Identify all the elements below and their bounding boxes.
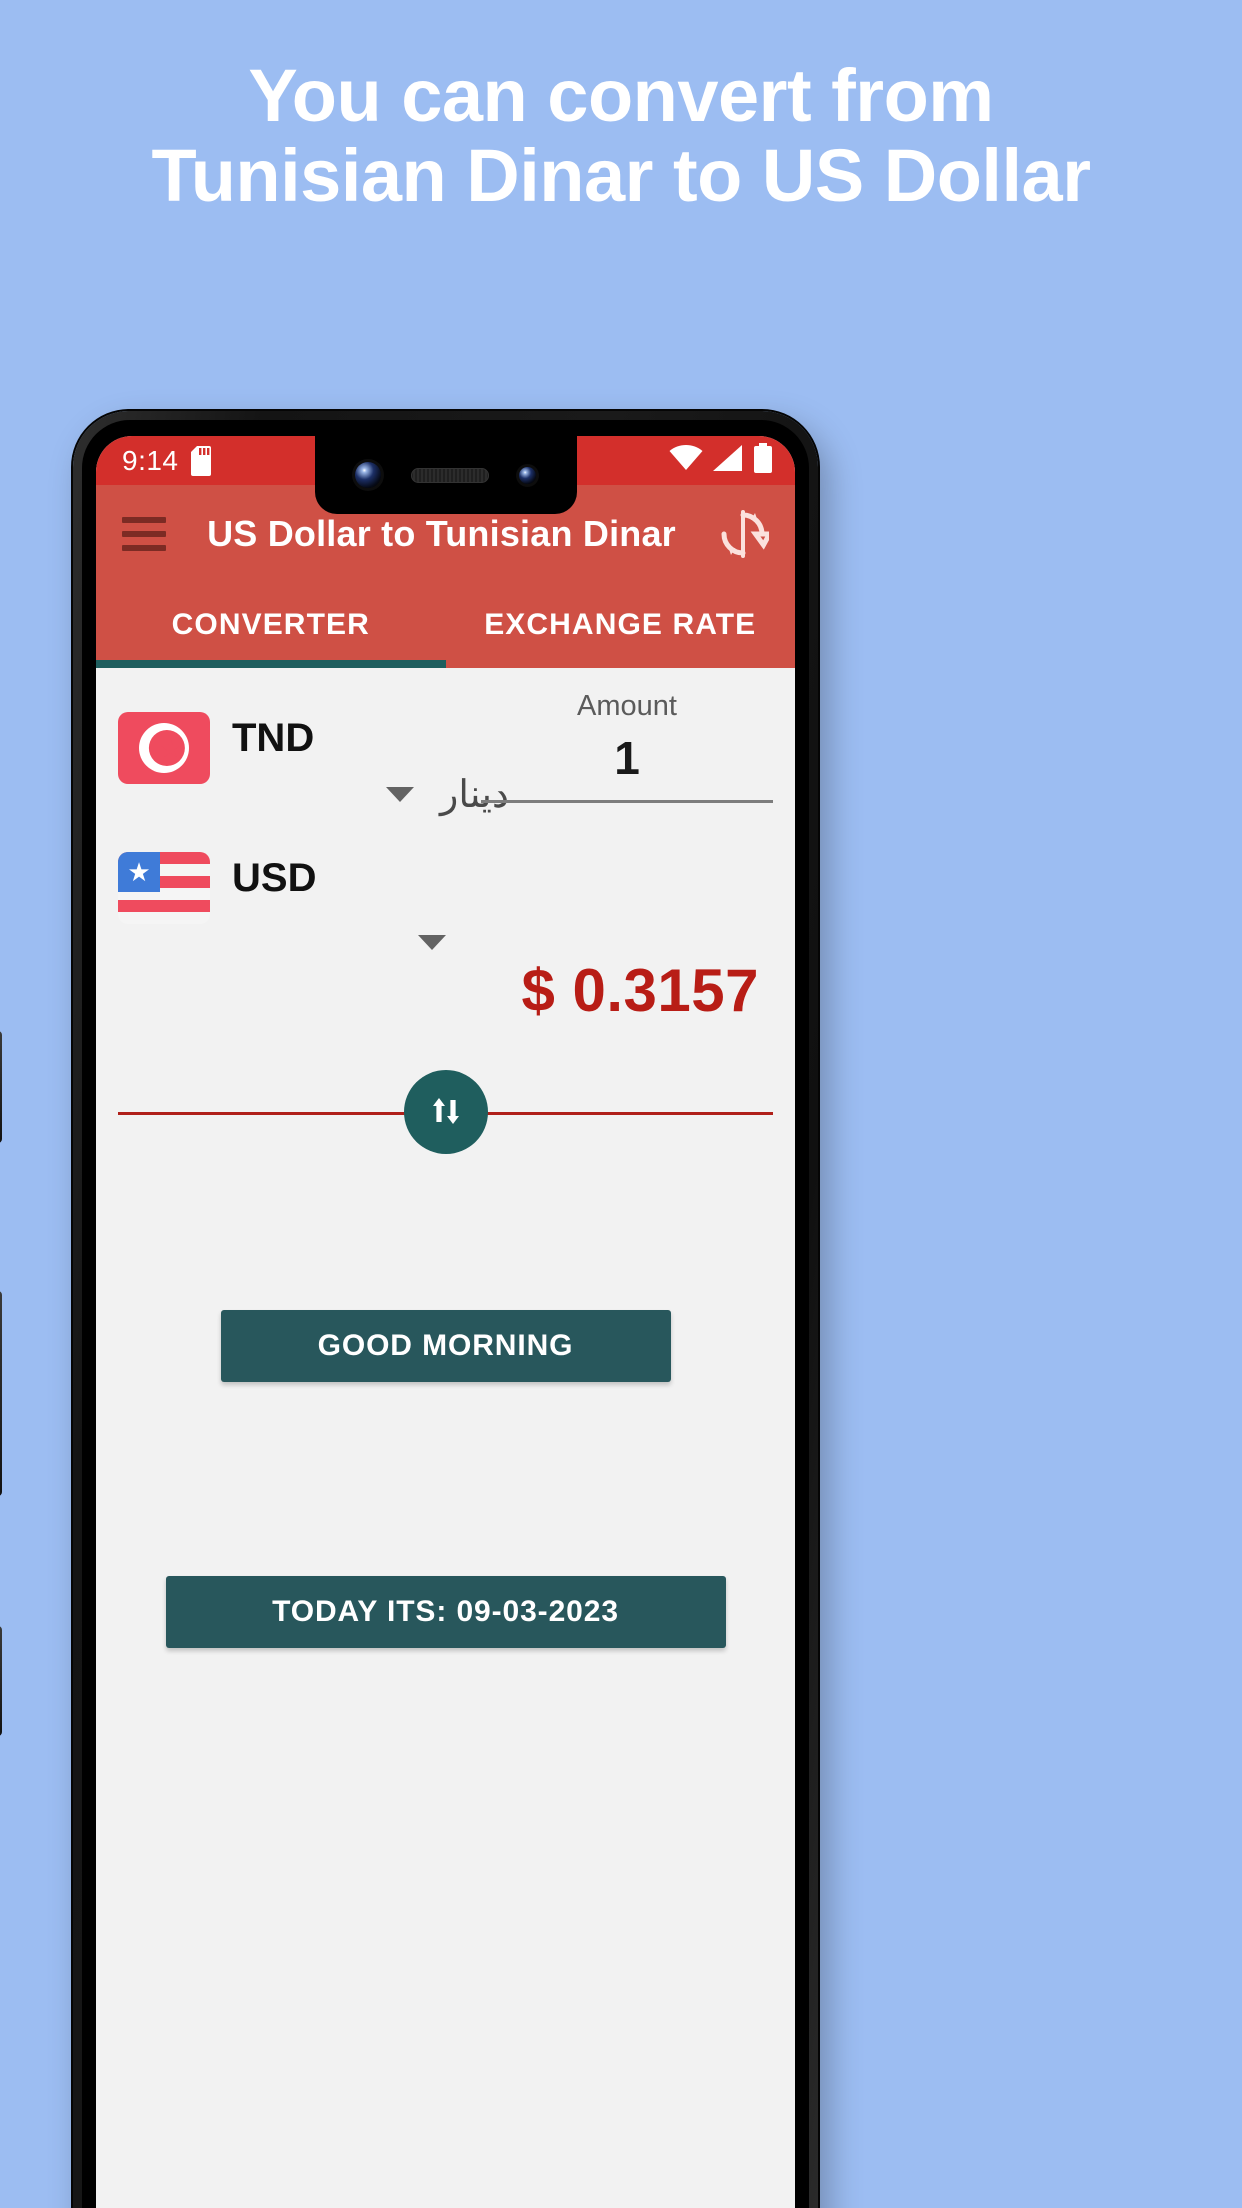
- battery-icon: [753, 443, 773, 478]
- tab-converter[interactable]: CONVERTER: [96, 582, 446, 668]
- phone-notch: [314, 436, 577, 514]
- promo-headline-line-1: You can convert from: [248, 54, 994, 137]
- from-currency-row: ★ TND دينار Amount 1: [118, 668, 773, 838]
- phone-inner-bezel: 9:14 US Dollar to Tunisian Dinar CONVERT…: [82, 420, 809, 2208]
- to-currency-row: ★ USD $ 0.3157: [118, 838, 773, 1038]
- to-currency-code: USD: [232, 856, 317, 900]
- phone-screen: 9:14 US Dollar to Tunisian Dinar CONVERT…: [96, 436, 795, 2208]
- secondary-camera-icon: [519, 466, 536, 484]
- volume-button[interactable]: [0, 1291, 2, 1496]
- tab-active-indicator: [96, 660, 446, 668]
- usa-flag-icon: ★: [118, 852, 210, 924]
- refresh-sync-icon[interactable]: [717, 508, 774, 560]
- converter-panel: ★ TND دينار Amount 1 ★ USD $ 0.3157 GOOD…: [96, 668, 795, 2208]
- swap-currencies-button[interactable]: [403, 1070, 488, 1154]
- wifi-icon: [669, 445, 703, 476]
- to-currency-selector[interactable]: [418, 935, 446, 968]
- swap-vertical-arrows-icon: [424, 1089, 468, 1136]
- chevron-down-icon[interactable]: [386, 787, 414, 802]
- amount-field-group[interactable]: Amount 1: [481, 690, 773, 804]
- signal-icon: [713, 445, 743, 476]
- power-button[interactable]: [0, 1031, 2, 1143]
- tab-exchange-rate[interactable]: EXCHANGE RATE: [446, 582, 796, 668]
- status-bar-indicators: [669, 443, 773, 478]
- hamburger-menu-icon[interactable]: [122, 516, 166, 551]
- today-date-button[interactable]: TODAY ITS: 09-03-2023: [165, 1576, 726, 1648]
- amount-input-underline: [481, 800, 773, 804]
- tab-bar: CONVERTER EXCHANGE RATE: [96, 582, 795, 668]
- side-button[interactable]: [0, 1626, 2, 1736]
- from-currency-code: TND: [232, 716, 315, 760]
- converted-result-value: $ 0.3157: [521, 957, 759, 1024]
- phone-device-frame: 9:14 US Dollar to Tunisian Dinar CONVERT…: [0, 411, 818, 2208]
- chevron-down-icon[interactable]: [418, 935, 446, 967]
- swap-divider-area: [118, 1048, 773, 1178]
- amount-label: Amount: [577, 690, 677, 722]
- amount-input[interactable]: 1: [481, 731, 773, 800]
- promo-headline-line-2: Tunisian Dinar to US Dollar: [151, 133, 1092, 217]
- sd-card-icon: [190, 445, 215, 476]
- front-camera-icon: [355, 462, 381, 488]
- tunisia-flag-icon: ★: [118, 712, 210, 784]
- app-bar-title: US Dollar to Tunisian Dinar: [207, 512, 676, 554]
- greeting-button[interactable]: GOOD MORNING: [220, 1310, 671, 1382]
- promo-headline: You can convert from Tunisian Dinar to U…: [0, 56, 1242, 216]
- earpiece-speaker: [411, 467, 489, 483]
- status-bar-clock: 9:14: [122, 444, 179, 476]
